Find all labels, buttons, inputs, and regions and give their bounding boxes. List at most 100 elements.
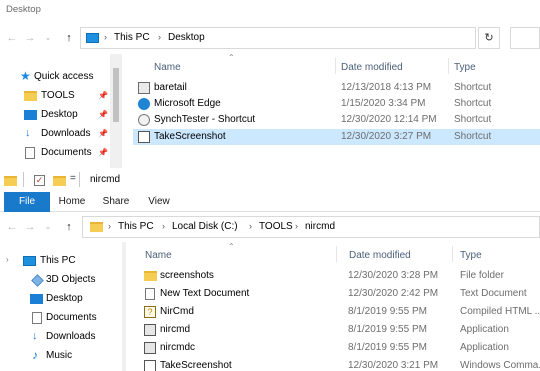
tree-item-music[interactable]: ♪ Music xyxy=(4,347,104,366)
breadcrumb-this-pc[interactable]: This PC xyxy=(114,32,150,43)
pc-icon xyxy=(86,33,99,43)
tree-item-label: Music xyxy=(46,350,73,361)
up-button[interactable]: ↑ xyxy=(63,32,75,44)
tab-view[interactable]: View xyxy=(140,192,178,212)
file-type: Text Document xyxy=(460,288,527,299)
forward-button[interactable]: → xyxy=(24,32,36,44)
up-button[interactable]: ↑ xyxy=(63,221,75,233)
refresh-button[interactable]: ↻ xyxy=(478,27,500,49)
quick-access-label: Quick access xyxy=(34,71,94,82)
file-date: 12/30/2020 3:28 PM xyxy=(348,270,439,281)
qat-divider xyxy=(79,172,80,187)
download-icon: ↓ xyxy=(32,330,38,342)
file-type: Shortcut xyxy=(454,82,492,93)
back-button[interactable]: ← xyxy=(6,221,18,233)
expand-caret-icon[interactable]: › xyxy=(6,255,9,264)
breadcrumb-desktop[interactable]: Desktop xyxy=(168,32,205,43)
tab-home[interactable]: Home xyxy=(53,192,91,212)
file-row[interactable]: screenshots 12/30/2020 3:28 PM File fold… xyxy=(140,268,540,284)
address-bar[interactable]: › This PC › Local Disk (C:) › TOOLS › ni… xyxy=(82,216,540,238)
exe-icon xyxy=(144,342,156,354)
forward-button[interactable]: → xyxy=(24,221,36,233)
column-header-name[interactable]: Name xyxy=(154,62,181,80)
qat-customize-icon[interactable]: = xyxy=(70,173,76,184)
column-header-date-modified[interactable]: Date modified xyxy=(349,250,411,268)
file-date: 8/1/2019 9:55 PM xyxy=(348,324,427,335)
properties-icon[interactable]: ✓ xyxy=(34,175,45,186)
tree-item-this-pc[interactable]: › This PC xyxy=(4,252,104,271)
quick-access-documents[interactable]: Documents 📌 xyxy=(24,144,108,162)
tree-item-downloads[interactable]: ↓ Downloads xyxy=(4,328,104,347)
bottom-explorer-window: ✓ = nircmd File Home Share View ← → ⌄ ↑ … xyxy=(0,168,540,371)
file-row[interactable]: nircmd 8/1/2019 9:55 PM Application xyxy=(140,322,540,338)
column-divider[interactable] xyxy=(335,58,336,74)
new-folder-icon[interactable] xyxy=(53,176,66,186)
file-row[interactable]: baretail 12/13/2018 4:13 PM Shortcut xyxy=(133,80,540,96)
folder-icon xyxy=(90,222,103,232)
exe-icon xyxy=(144,324,156,336)
column-divider[interactable] xyxy=(448,58,449,74)
recent-locations-dropdown[interactable]: ⌄ xyxy=(42,221,54,233)
desktop-icon xyxy=(30,294,43,304)
file-row[interactable]: nircmdc 8/1/2019 9:55 PM Application xyxy=(140,340,540,356)
qat-divider xyxy=(23,172,24,187)
breadcrumb-tools[interactable]: TOOLS xyxy=(259,221,293,232)
column-divider[interactable] xyxy=(452,246,453,262)
pin-icon[interactable]: 📌 xyxy=(98,129,108,138)
breadcrumb-this-pc[interactable]: This PC xyxy=(118,221,154,232)
search-box[interactable] xyxy=(510,27,540,49)
tree-item-documents[interactable]: Documents xyxy=(4,309,104,328)
breadcrumb-separator: › xyxy=(295,221,298,231)
quick-access-item-label: Downloads xyxy=(41,128,91,139)
breadcrumb-local-disk[interactable]: Local Disk (C:) xyxy=(172,221,238,232)
file-name: SynchTester - Shortcut xyxy=(154,114,256,125)
pin-icon[interactable]: 📌 xyxy=(98,148,108,157)
quick-access-desktop[interactable]: Desktop 📌 xyxy=(24,106,108,124)
bottom-navigation-bar: ← → ⌄ ↑ › This PC › Local Disk (C:) › TO… xyxy=(0,212,540,242)
pc-icon xyxy=(23,256,36,266)
file-type: Windows Comma... xyxy=(460,360,540,371)
top-window-titlebar: Desktop xyxy=(0,0,540,22)
tab-file[interactable]: File xyxy=(4,192,50,212)
pin-icon[interactable]: 📌 xyxy=(98,110,108,119)
tree-item-3d-objects[interactable]: 3D Objects xyxy=(4,271,104,290)
scrollbar-thumb[interactable] xyxy=(113,68,119,122)
file-row-selected[interactable]: TakeScreenshot 12/30/2020 3:27 PM Shortc… xyxy=(133,129,540,145)
quick-access-item[interactable]: ★ Quick access xyxy=(20,68,120,86)
tab-share[interactable]: Share xyxy=(96,192,136,212)
quick-access-downloads[interactable]: ↓ Downloads 📌 xyxy=(24,125,108,143)
navigation-pane-scrollbar[interactable] xyxy=(122,242,126,371)
tree-item-desktop[interactable]: Desktop xyxy=(4,290,104,309)
column-divider[interactable] xyxy=(336,246,337,262)
address-bar[interactable]: › This PC › Desktop xyxy=(80,27,476,49)
column-header-name[interactable]: Name xyxy=(145,250,172,268)
column-header-type[interactable]: Type xyxy=(454,62,476,80)
file-row[interactable]: Microsoft Edge 1/15/2020 3:34 PM Shortcu… xyxy=(133,96,540,112)
quick-access-tools[interactable]: TOOLS 📌 xyxy=(24,87,108,105)
column-header-date-modified[interactable]: Date modified xyxy=(341,62,403,80)
pin-icon[interactable]: 📌 xyxy=(98,91,108,100)
file-type: Application xyxy=(460,342,509,353)
file-row[interactable]: ? NirCmd 8/1/2019 9:55 PM Compiled HTML … xyxy=(140,304,540,320)
breadcrumb-separator: › xyxy=(158,32,161,42)
file-row[interactable]: TakeScreenshot 12/30/2020 3:21 PM Window… xyxy=(140,358,540,371)
back-button[interactable]: ← xyxy=(6,32,18,44)
quick-access-item-label: Desktop xyxy=(41,109,78,120)
tree-item-label: Desktop xyxy=(46,293,83,304)
file-row[interactable]: New Text Document 12/30/2020 2:42 PM Tex… xyxy=(140,286,540,302)
folder-icon xyxy=(24,91,37,101)
breadcrumb-separator: › xyxy=(162,221,165,231)
file-name: NirCmd xyxy=(160,306,194,317)
file-date: 8/1/2019 9:55 PM xyxy=(348,342,427,353)
sort-ascending-icon: ⌃ xyxy=(228,242,235,251)
recent-locations-dropdown[interactable]: ⌄ xyxy=(42,32,54,44)
navigation-pane-scrollbar[interactable] xyxy=(110,54,122,168)
file-name: baretail xyxy=(154,82,187,93)
top-navigation-bar: ← → ⌄ ↑ › This PC › Desktop ↻ xyxy=(0,24,540,52)
file-row[interactable]: SynchTester - Shortcut 12/30/2020 12:14 … xyxy=(133,112,540,128)
breadcrumb-nircmd[interactable]: nircmd xyxy=(305,221,335,232)
column-header-type[interactable]: Type xyxy=(460,250,482,268)
script-icon xyxy=(138,131,150,143)
documents-icon xyxy=(25,147,35,159)
file-name: Microsoft Edge xyxy=(154,98,221,109)
